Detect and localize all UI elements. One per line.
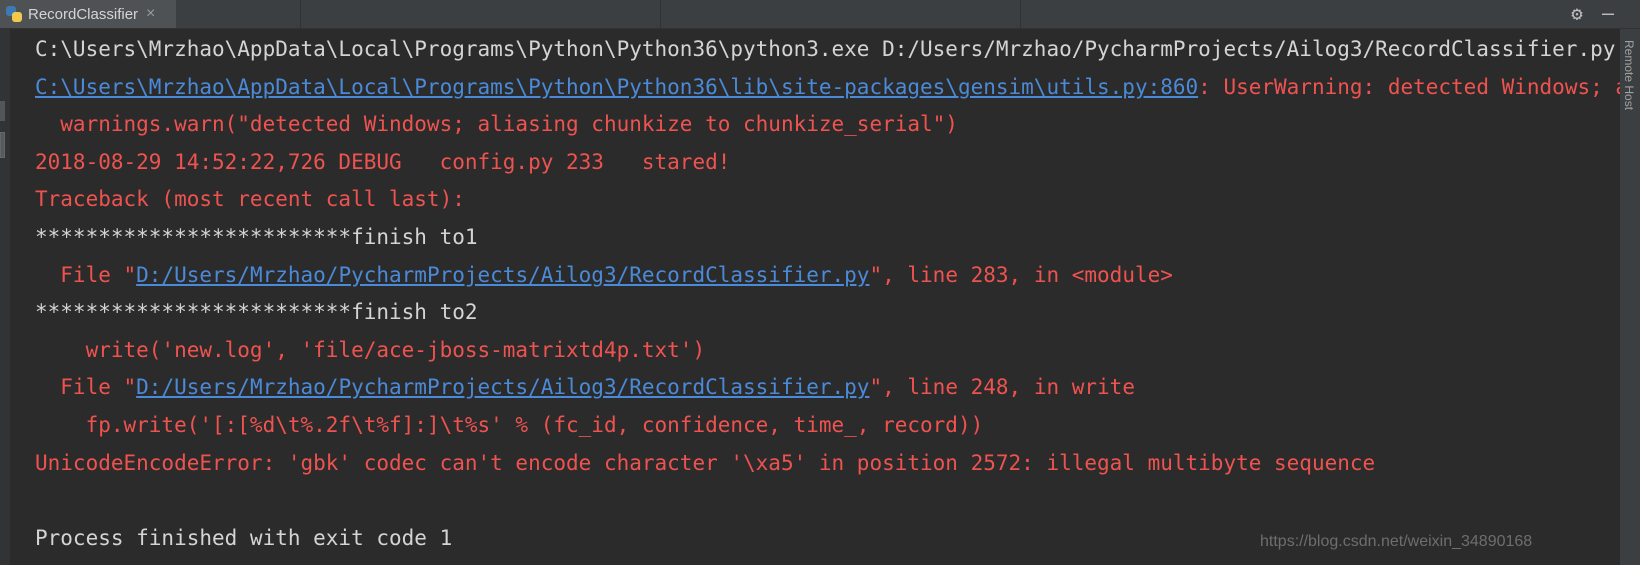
console-text: ", line 248, in write xyxy=(869,375,1135,400)
console-line: 2018-08-29 14:52:22,726 DEBUG config.py … xyxy=(35,149,731,174)
left-gutter xyxy=(0,29,10,565)
tab-divider xyxy=(660,0,661,28)
gear-icon[interactable]: ⚙ xyxy=(1565,2,1589,26)
python-file-icon xyxy=(6,6,22,22)
console-line: File "D:/Users/Mrzhao/PycharmProjects/Ai… xyxy=(35,369,1620,407)
console-line: *************************finish to1 xyxy=(35,224,478,249)
minimize-icon[interactable]: — xyxy=(1596,2,1620,26)
traceback-file-link[interactable]: D:/Users/Mrzhao/PycharmProjects/Ailog3/R… xyxy=(136,263,869,287)
console-line: C:\Users\Mrzhao\AppData\Local\Programs\P… xyxy=(35,69,1620,107)
console-text: ", line 283, in <module> xyxy=(869,262,1173,287)
console-line: fp.write('[:[%d\t%.2f\t%f]:]\t%s' % (fc_… xyxy=(35,412,984,437)
tab-recordclassifier[interactable]: RecordClassifier × xyxy=(0,0,176,28)
close-icon[interactable]: × xyxy=(146,5,155,23)
console-line: write('new.log', 'file/ace-jboss-matrixt… xyxy=(35,337,706,362)
console-line: File "D:/Users/Mrzhao/PycharmProjects/Ai… xyxy=(35,257,1620,295)
console-line: C:\Users\Mrzhao\AppData\Local\Programs\P… xyxy=(35,37,1616,61)
tab-divider xyxy=(1020,0,1021,28)
console-line: warnings.warn("detected Windows; aliasin… xyxy=(35,112,958,137)
tab-divider xyxy=(300,0,301,28)
console-line: Traceback (most recent call last): xyxy=(35,187,465,212)
editor-tab-bar: RecordClassifier × ⚙ — xyxy=(0,0,1640,29)
traceback-file-link[interactable]: D:/Users/Mrzhao/PycharmProjects/Ailog3/R… xyxy=(136,375,869,399)
tab-title: RecordClassifier xyxy=(28,5,139,23)
gutter-marker xyxy=(0,101,5,121)
run-console-output: C:\Users\Mrzhao\AppData\Local\Programs\P… xyxy=(35,31,1620,565)
remote-host-tool-label[interactable]: Remote Host xyxy=(1622,40,1636,110)
console-text: : UserWarning: detected Windows; aliasin… xyxy=(1198,74,1620,99)
traceback-file-link[interactable]: C:\Users\Mrzhao\AppData\Local\Programs\P… xyxy=(35,75,1198,99)
gutter-scroll-marker[interactable] xyxy=(0,132,5,158)
console-text: File " xyxy=(35,375,137,400)
console-text: File " xyxy=(35,262,137,287)
console-line: UnicodeEncodeError: 'gbk' codec can't en… xyxy=(35,450,1376,475)
console-line: *************************finish to2 xyxy=(35,300,478,325)
watermark: https://blog.csdn.net/weixin_34890168 xyxy=(1260,533,1533,550)
